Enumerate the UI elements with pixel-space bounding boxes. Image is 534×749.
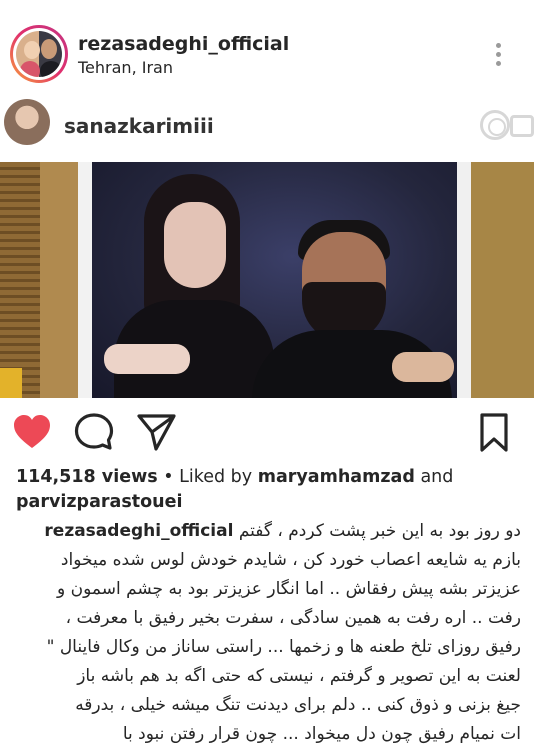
action-bar	[0, 400, 534, 462]
wall-stripes	[0, 162, 40, 398]
caption-line-6: لعنت به این تصویر و گرفتم ، نیستی که حتی…	[77, 666, 521, 686]
post-header: rezasadeghi_official Tehran, Iran	[0, 0, 534, 88]
avatar-image	[16, 31, 62, 77]
photo-frame	[0, 162, 534, 398]
avatar-body-right	[40, 61, 62, 77]
more-vertical-icon[interactable]	[488, 40, 508, 70]
post-image[interactable]: sanazkarimiii	[0, 90, 534, 398]
caption-line-2: بازم یه شایعه اعصاب خورد کن ، شایدم خودش…	[60, 550, 521, 570]
avatar-body-left	[20, 61, 40, 77]
igtv-icon	[480, 110, 510, 140]
caption-line-text: دو روز بود به این خبر پشت کردم ، گفتم	[238, 521, 521, 541]
send-icon[interactable]	[134, 410, 178, 454]
caption-line-8: ات نمیام رفیق چون دل میخواد ... چون قرار…	[122, 724, 521, 744]
photo-border-right	[457, 162, 471, 398]
woman-face	[164, 202, 226, 288]
video-camera-icon	[510, 115, 534, 137]
caption-line-4: رفت .. اره رفت به همین سادگی ، سفرت بخیر…	[65, 608, 521, 628]
post-caption: دو روز بود به این خبر پشت کردم ، گفتم re…	[16, 517, 521, 749]
comment-icon[interactable]	[72, 410, 116, 454]
post-username[interactable]: rezasadeghi_official	[78, 33, 289, 55]
photo-border-left	[78, 162, 92, 398]
caption-line-3: عزیزتر بشه پیش رفقاش .. اما انگار عزیزتر…	[57, 579, 521, 599]
more-dot	[496, 43, 501, 48]
and-label: and	[414, 467, 454, 487]
liked-by-user-2[interactable]: parvizparastouei	[16, 492, 182, 512]
post-location[interactable]: Tehran, Iran	[78, 58, 173, 77]
avatar-face-right	[41, 39, 57, 59]
liked-by-label: • Liked by	[157, 467, 258, 487]
caption-line-7: جیغ بزنی و ذوق کنی .. دلم برای دیدنت تنگ…	[75, 695, 521, 715]
wall-panel-right	[471, 162, 534, 398]
photo-content	[92, 162, 457, 398]
liked-by-user-1[interactable]: maryamhamzad	[258, 467, 415, 487]
view-count[interactable]: 114,518 views	[16, 467, 158, 487]
heart-icon[interactable]	[10, 410, 54, 454]
profile-avatar[interactable]	[10, 25, 68, 83]
post-stats: 114,518 views • Liked by maryamhamzad an…	[16, 465, 526, 515]
caption-line-5: رفیق روزای تلخ طعنه ها و زخمها ... راستی…	[46, 637, 521, 657]
avatar-face-left	[24, 41, 40, 59]
man-hand	[392, 352, 454, 382]
embedded-username: sanazkarimiii	[64, 114, 214, 138]
wall-panel	[40, 162, 78, 398]
more-dot	[496, 61, 501, 66]
embedded-avatar	[4, 99, 50, 145]
caption-owner[interactable]: rezasadeghi_official	[44, 521, 233, 541]
yellow-sticker	[0, 368, 22, 398]
woman-hand	[104, 344, 190, 374]
more-dot	[496, 52, 501, 57]
bookmark-icon[interactable]	[472, 410, 516, 454]
avatar-border	[13, 28, 65, 80]
caption-line-1: دو روز بود به این خبر پشت کردم ، گفتم re…	[16, 517, 521, 546]
